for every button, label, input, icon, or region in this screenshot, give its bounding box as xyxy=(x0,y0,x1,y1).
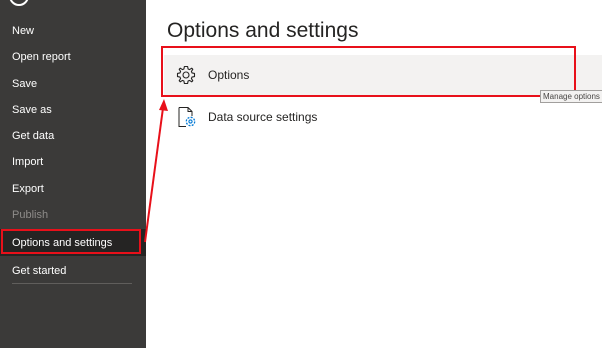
data-source-settings-label: Data source settings xyxy=(208,110,318,124)
sidebar-item-save-as[interactable]: Save as xyxy=(12,103,52,117)
sidebar-item-save[interactable]: Save xyxy=(12,77,37,91)
sidebar-item-open-report[interactable]: Open report xyxy=(12,50,71,64)
page-title: Options and settings xyxy=(167,19,359,42)
data-source-settings-row[interactable]: Data source settings xyxy=(164,97,602,137)
annotation-highlight-options xyxy=(161,46,576,97)
sidebar-item-get-started[interactable]: Get started xyxy=(12,264,66,278)
app-root: New Open report Save Save as Get data Im… xyxy=(0,0,602,348)
tooltip: Manage options xyxy=(540,90,602,103)
sidebar-divider xyxy=(12,283,132,284)
sidebar-item-new[interactable]: New xyxy=(12,24,34,38)
back-button[interactable] xyxy=(9,0,29,6)
sidebar-item-get-data[interactable]: Get data xyxy=(12,129,54,143)
sidebar-item-publish: Publish xyxy=(12,209,49,221)
sidebar: New Open report Save Save as Get data Im… xyxy=(0,0,146,348)
sidebar-item-export[interactable]: Export xyxy=(12,182,44,196)
data-source-settings-icon xyxy=(175,106,197,128)
sidebar-item-import[interactable]: Import xyxy=(12,155,43,169)
annotation-highlight-sidebar xyxy=(1,229,141,254)
